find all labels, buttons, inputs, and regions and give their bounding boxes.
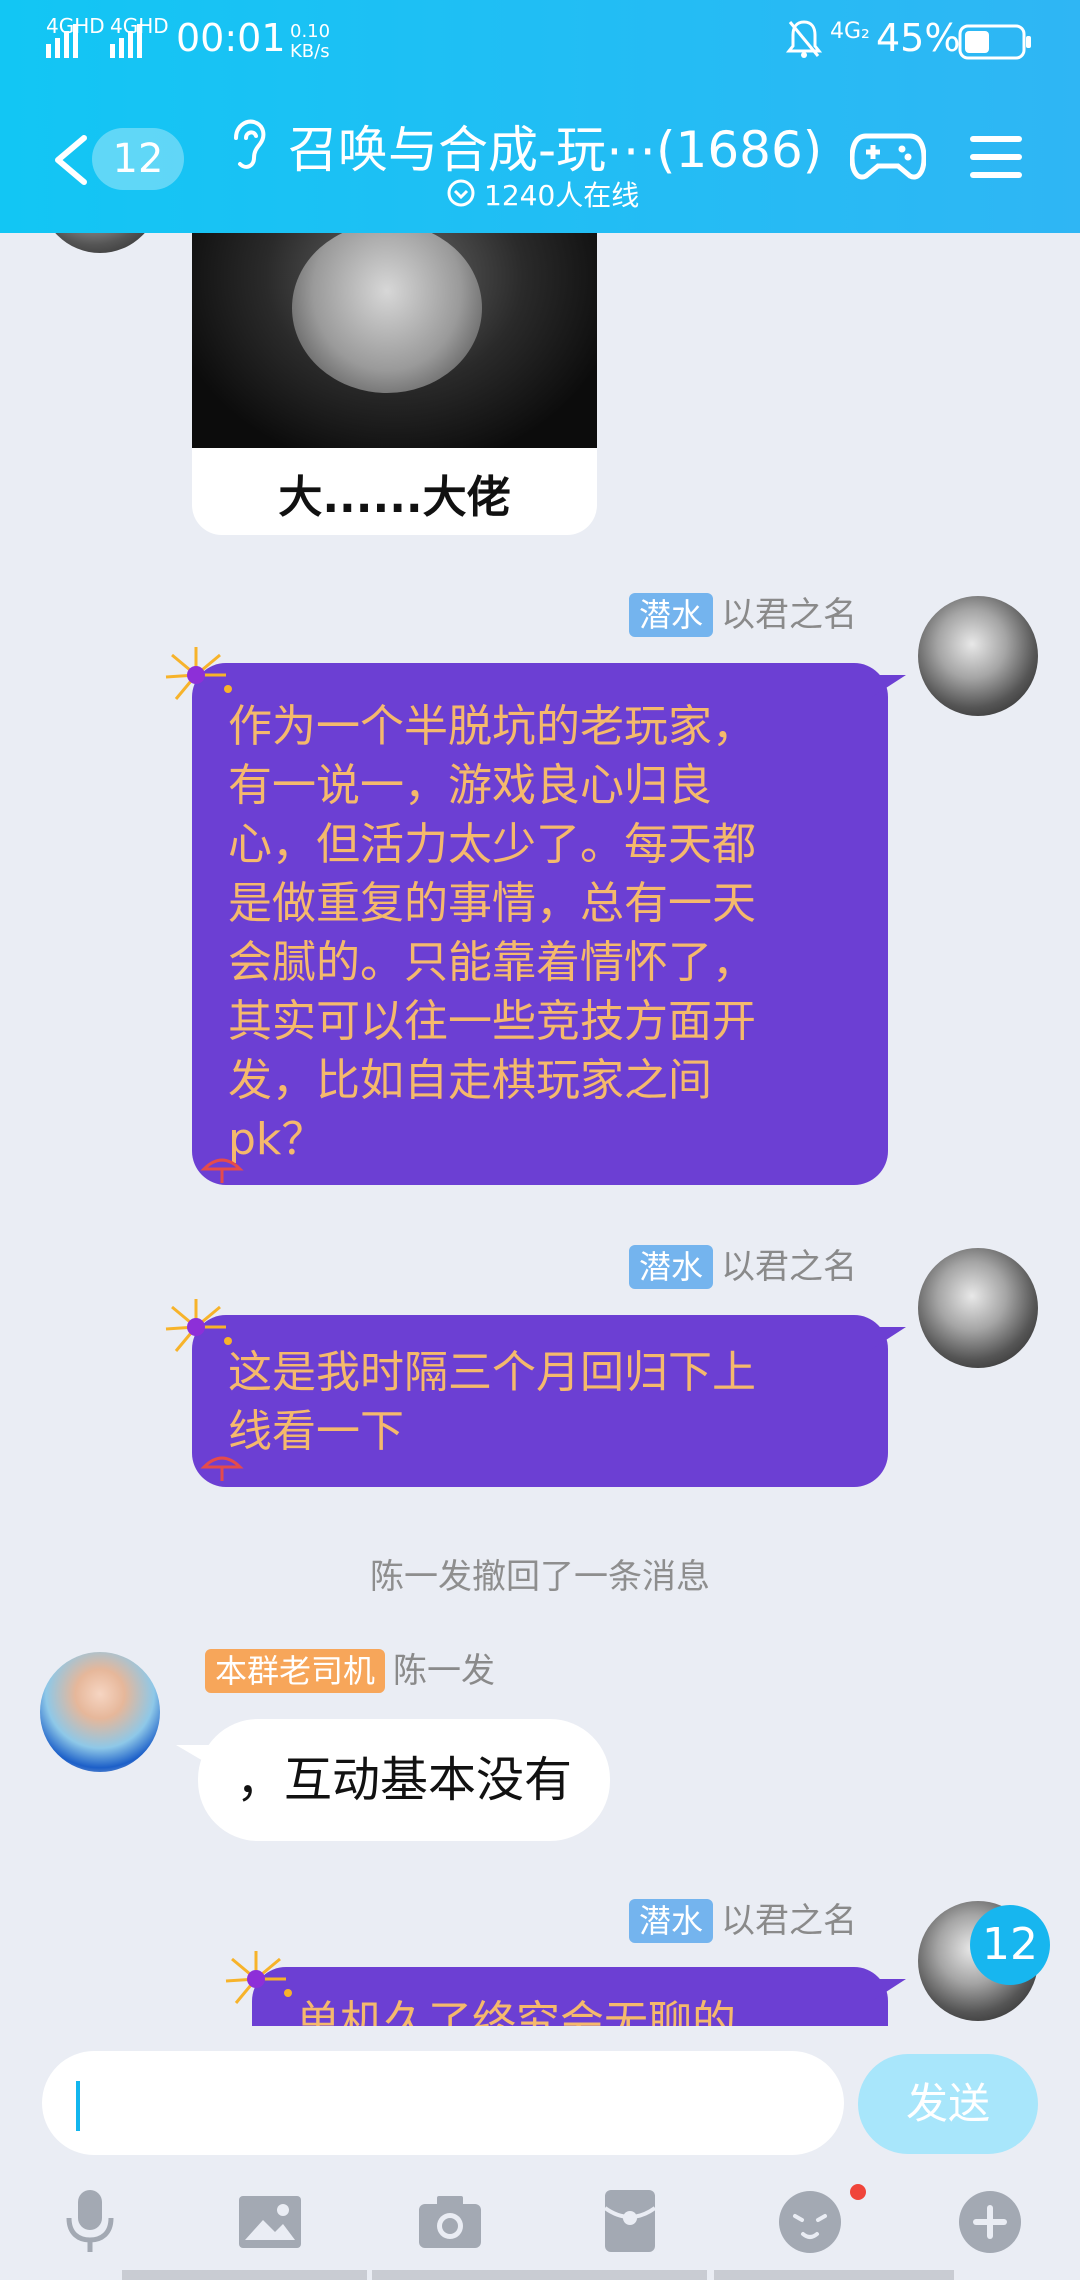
emoji-icon[interactable] [775, 2186, 845, 2256]
message-bubble[interactable]: 作为一个半脱坑的老玩家， 有一说一，游戏良心归良 心，但活力太少了。每天都 是做… [192, 663, 906, 1185]
camera-icon[interactable] [415, 2186, 485, 2256]
back-button[interactable] [48, 130, 98, 190]
message-text: ，互动基本没有 [236, 1752, 573, 1808]
unread-count-badge[interactable]: 12 [92, 128, 184, 190]
send-button[interactable]: 发送 [858, 2054, 1038, 2154]
text-caret [76, 2081, 80, 2131]
red-packet-icon[interactable] [595, 2186, 665, 2256]
speed-unit: KB/s [290, 41, 330, 62]
gamepad-icon[interactable] [849, 126, 927, 186]
meme-caption: 大......大佬 [278, 472, 511, 523]
sender-line: 潜水 以君之名 [629, 593, 857, 637]
message-text: 作为一个半脱坑的老玩家， 有一说一，游戏良心归良 心，但活力太少了。每天都 是做… [228, 701, 756, 1165]
sender-name[interactable]: 以君之名 [721, 1245, 857, 1289]
battery-percent: 45% [876, 16, 961, 60]
message-bubble[interactable]: 单机久了终究会无聊的 [252, 1967, 906, 2026]
sender-line: 潜水 以君之名 [629, 1245, 857, 1289]
message-input[interactable] [42, 2051, 844, 2155]
new-messages-badge[interactable]: 12 [970, 1905, 1050, 1985]
microphone-icon[interactable] [55, 2186, 125, 2256]
member-title-badge: 潜水 [629, 1245, 714, 1289]
avatar[interactable] [918, 1248, 1038, 1368]
divider [122, 2270, 367, 2280]
sender-name[interactable]: 以君之名 [721, 1899, 857, 1943]
meme-image[interactable]: 大......大佬 [192, 233, 597, 535]
image-icon[interactable] [235, 2186, 305, 2256]
umbrella-decoration-icon [200, 1456, 244, 1481]
ear-icon[interactable] [226, 116, 270, 172]
navigation-bar: 12 召唤与合成-玩⋯(1686) 1240人在线 [0, 100, 1080, 233]
message-bubble[interactable]: ，互动基本没有 [176, 1719, 611, 1841]
chat-area[interactable]: 大......大佬 潜水 以君之名 作为一个半脱坑的老玩家， 有一说一，游戏良心归… [0, 233, 1080, 2026]
input-toolbar [0, 2176, 1080, 2280]
sender-line: 本群老司机 陈一发 [205, 1649, 495, 1693]
network-label-1: 4GHD [46, 14, 105, 38]
member-title-badge: 潜水 [629, 593, 714, 637]
umbrella-decoration-icon [200, 1158, 244, 1183]
message-bubble[interactable]: 这是我时隔三个月回归下上 线看一下 [192, 1315, 906, 1487]
input-bar: 发送 [0, 2026, 1080, 2176]
sender-name[interactable]: 陈一发 [393, 1649, 495, 1693]
mute-icon [785, 18, 823, 64]
status-bar: 4GHD 4GHD 00:01 0.10 KB/s 4G₂ 45% [0, 0, 1080, 82]
clock: 00:01 [176, 16, 286, 60]
firework-decoration-icon [225, 1951, 292, 2004]
online-icon [446, 178, 476, 208]
network-label-2: 4GHD [110, 14, 169, 38]
message-text: 这是我时隔三个月回归下上 线看一下 [228, 1347, 756, 1457]
avatar[interactable] [40, 233, 160, 253]
chevron-left-icon [55, 135, 87, 185]
sender-name[interactable]: 以君之名 [721, 593, 857, 637]
divider [714, 2270, 954, 2280]
divider [372, 2270, 707, 2280]
battery-icon [958, 24, 1032, 64]
notification-dot [850, 2184, 866, 2200]
plus-icon[interactable] [955, 2186, 1025, 2256]
online-count: 1240人在线 [484, 179, 640, 212]
firework-decoration-icon [165, 647, 232, 700]
sim-label: 4G₂ [830, 19, 870, 44]
speed-value: 0.10 [290, 21, 331, 42]
sender-line: 潜水 以君之名 [629, 1899, 857, 1943]
avatar[interactable] [40, 1652, 160, 1772]
member-title-badge: 潜水 [629, 1899, 714, 1943]
header: 4GHD 4GHD 00:01 0.10 KB/s 4G₂ 45% 12 召唤与… [0, 0, 1080, 233]
member-title-badge: 本群老司机 [205, 1649, 386, 1693]
system-message: 陈一发撤回了一条消息 [370, 1557, 710, 1597]
firework-decoration-icon [165, 1299, 232, 1352]
group-title[interactable]: 召唤与合成-玩⋯(1686) [288, 110, 822, 182]
message-text: 单机久了终究会无聊的 [296, 1997, 736, 2026]
avatar[interactable] [918, 596, 1038, 716]
menu-icon[interactable] [968, 132, 1024, 182]
